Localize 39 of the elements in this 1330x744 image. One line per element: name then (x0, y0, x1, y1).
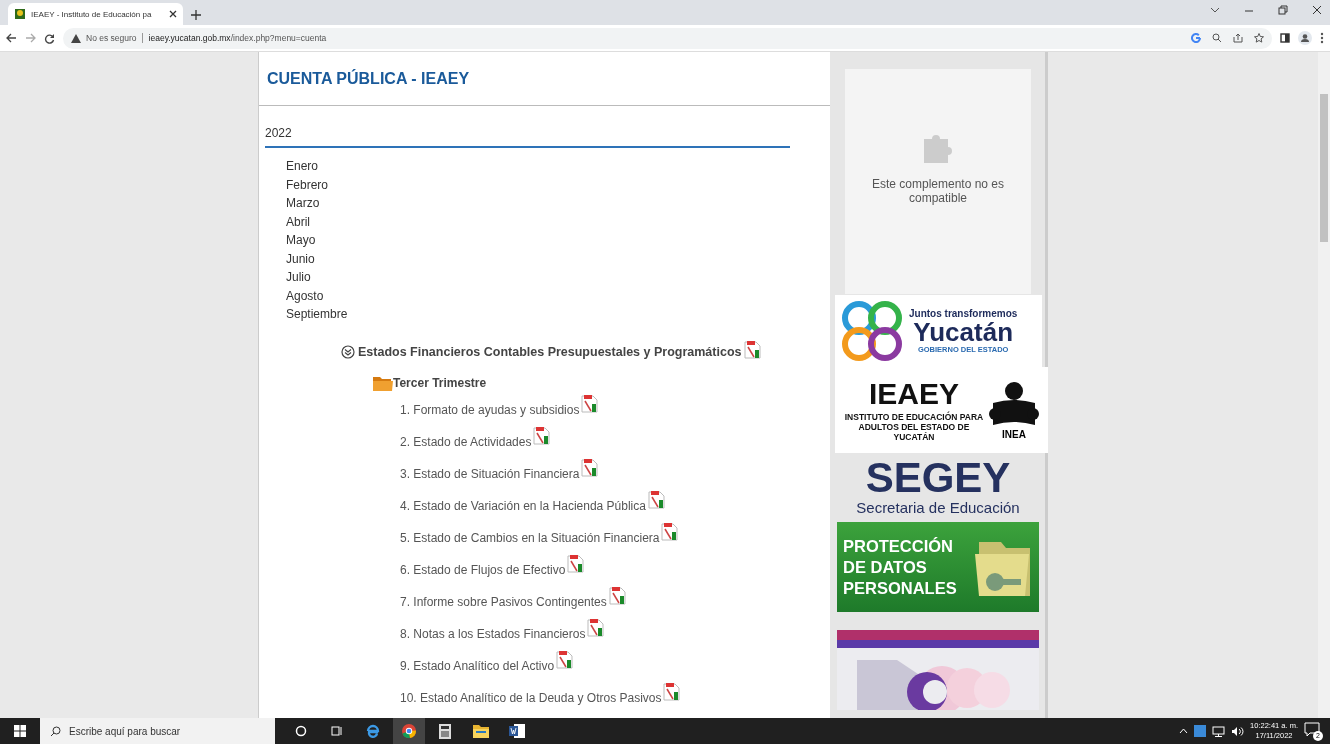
month-link[interactable]: Abril (286, 212, 310, 231)
document-link[interactable]: 6. Estado de Flujos de Efectivo (400, 562, 566, 577)
section-heading[interactable]: Estados Financieros Contables Presupuestales y Programáticos (358, 344, 742, 359)
month-link[interactable]: Enero (286, 157, 319, 176)
data-protection-banner[interactable]: PROTECCIÓN DE DATOS PERSONALES (837, 522, 1039, 612)
document-link[interactable]: 10. Estado Analítico de la Deuda y Otros Pasivos (400, 690, 662, 705)
month-link[interactable]: Marzo (286, 194, 320, 213)
document-link[interactable]: 9. Estado Analítico del Activo (400, 658, 555, 673)
document-link[interactable]: 3. Estado de Situación Financiera (400, 466, 580, 481)
plugin-message: Este complemento no es compatible (870, 177, 1006, 205)
document-link[interactable]: 2. Estado de Actividades (400, 434, 532, 449)
document-link[interactable]: 7. Informe sobre Pasivos Contingentes (400, 594, 607, 609)
month-link[interactable]: Febrero (286, 175, 329, 194)
month-link[interactable]: Agosto (286, 286, 324, 305)
page-title: CUENTA PÚBLICA - IEAEY (267, 70, 471, 88)
logo-subtitle: Secretaria de Educación (856, 499, 1020, 516)
banner-text: PROTECCIÓN (843, 535, 954, 557)
logo-label: INEA (1002, 428, 1026, 440)
year-heading: 2022 (265, 126, 293, 140)
group-heading[interactable]: Tercer Trimestre (393, 375, 487, 390)
logo-subtitle: INSTITUTO DE EDUCACIÓN PARA ADULTOS DEL ESTADO DE YUCATÁN (843, 411, 985, 442)
taskbar-search-field[interactable]: Escribe aquí para buscar (40, 718, 275, 744)
banner-text: PERSONALES (843, 577, 957, 599)
slogan-text: Juntos transformemos (909, 308, 1018, 319)
logo-wordmark: IEAEY (869, 378, 959, 409)
institute-logo-banner[interactable]: IEAEY INSTITUTO DE EDUCACIÓN PARA ADULTOS DEL ESTADO DE YUCATÁN INEA (835, 367, 1048, 453)
document-link[interactable]: 5. Estado de Cambios en la Situación Financiera (400, 530, 660, 545)
month-link[interactable]: Mayo (286, 231, 316, 250)
logo-wordmark[interactable]: SEGEY (865, 457, 1011, 499)
month-link[interactable]: Julio (286, 268, 311, 287)
month-link[interactable]: Septiembre (286, 305, 348, 324)
month-link[interactable]: Junio (286, 249, 315, 268)
document-link[interactable]: 8. Notas a los Estados Financieros (400, 626, 586, 641)
browser-tab[interactable]: IEAEY - Instituto de Educación pa (8, 3, 183, 25)
document-link[interactable]: 1. Formato de ayudas y subsidios (400, 402, 580, 417)
document-link[interactable]: 4. Estado de Variación en la Hacienda Pública (400, 498, 646, 513)
address-bar[interactable]: No es seguro ieaey.yucatan.gob.mx/index.php?menu=cuenta (63, 27, 1272, 49)
logo-wordmark: Yucatán (913, 319, 1014, 345)
banner-text: DE DATOS (843, 556, 928, 578)
